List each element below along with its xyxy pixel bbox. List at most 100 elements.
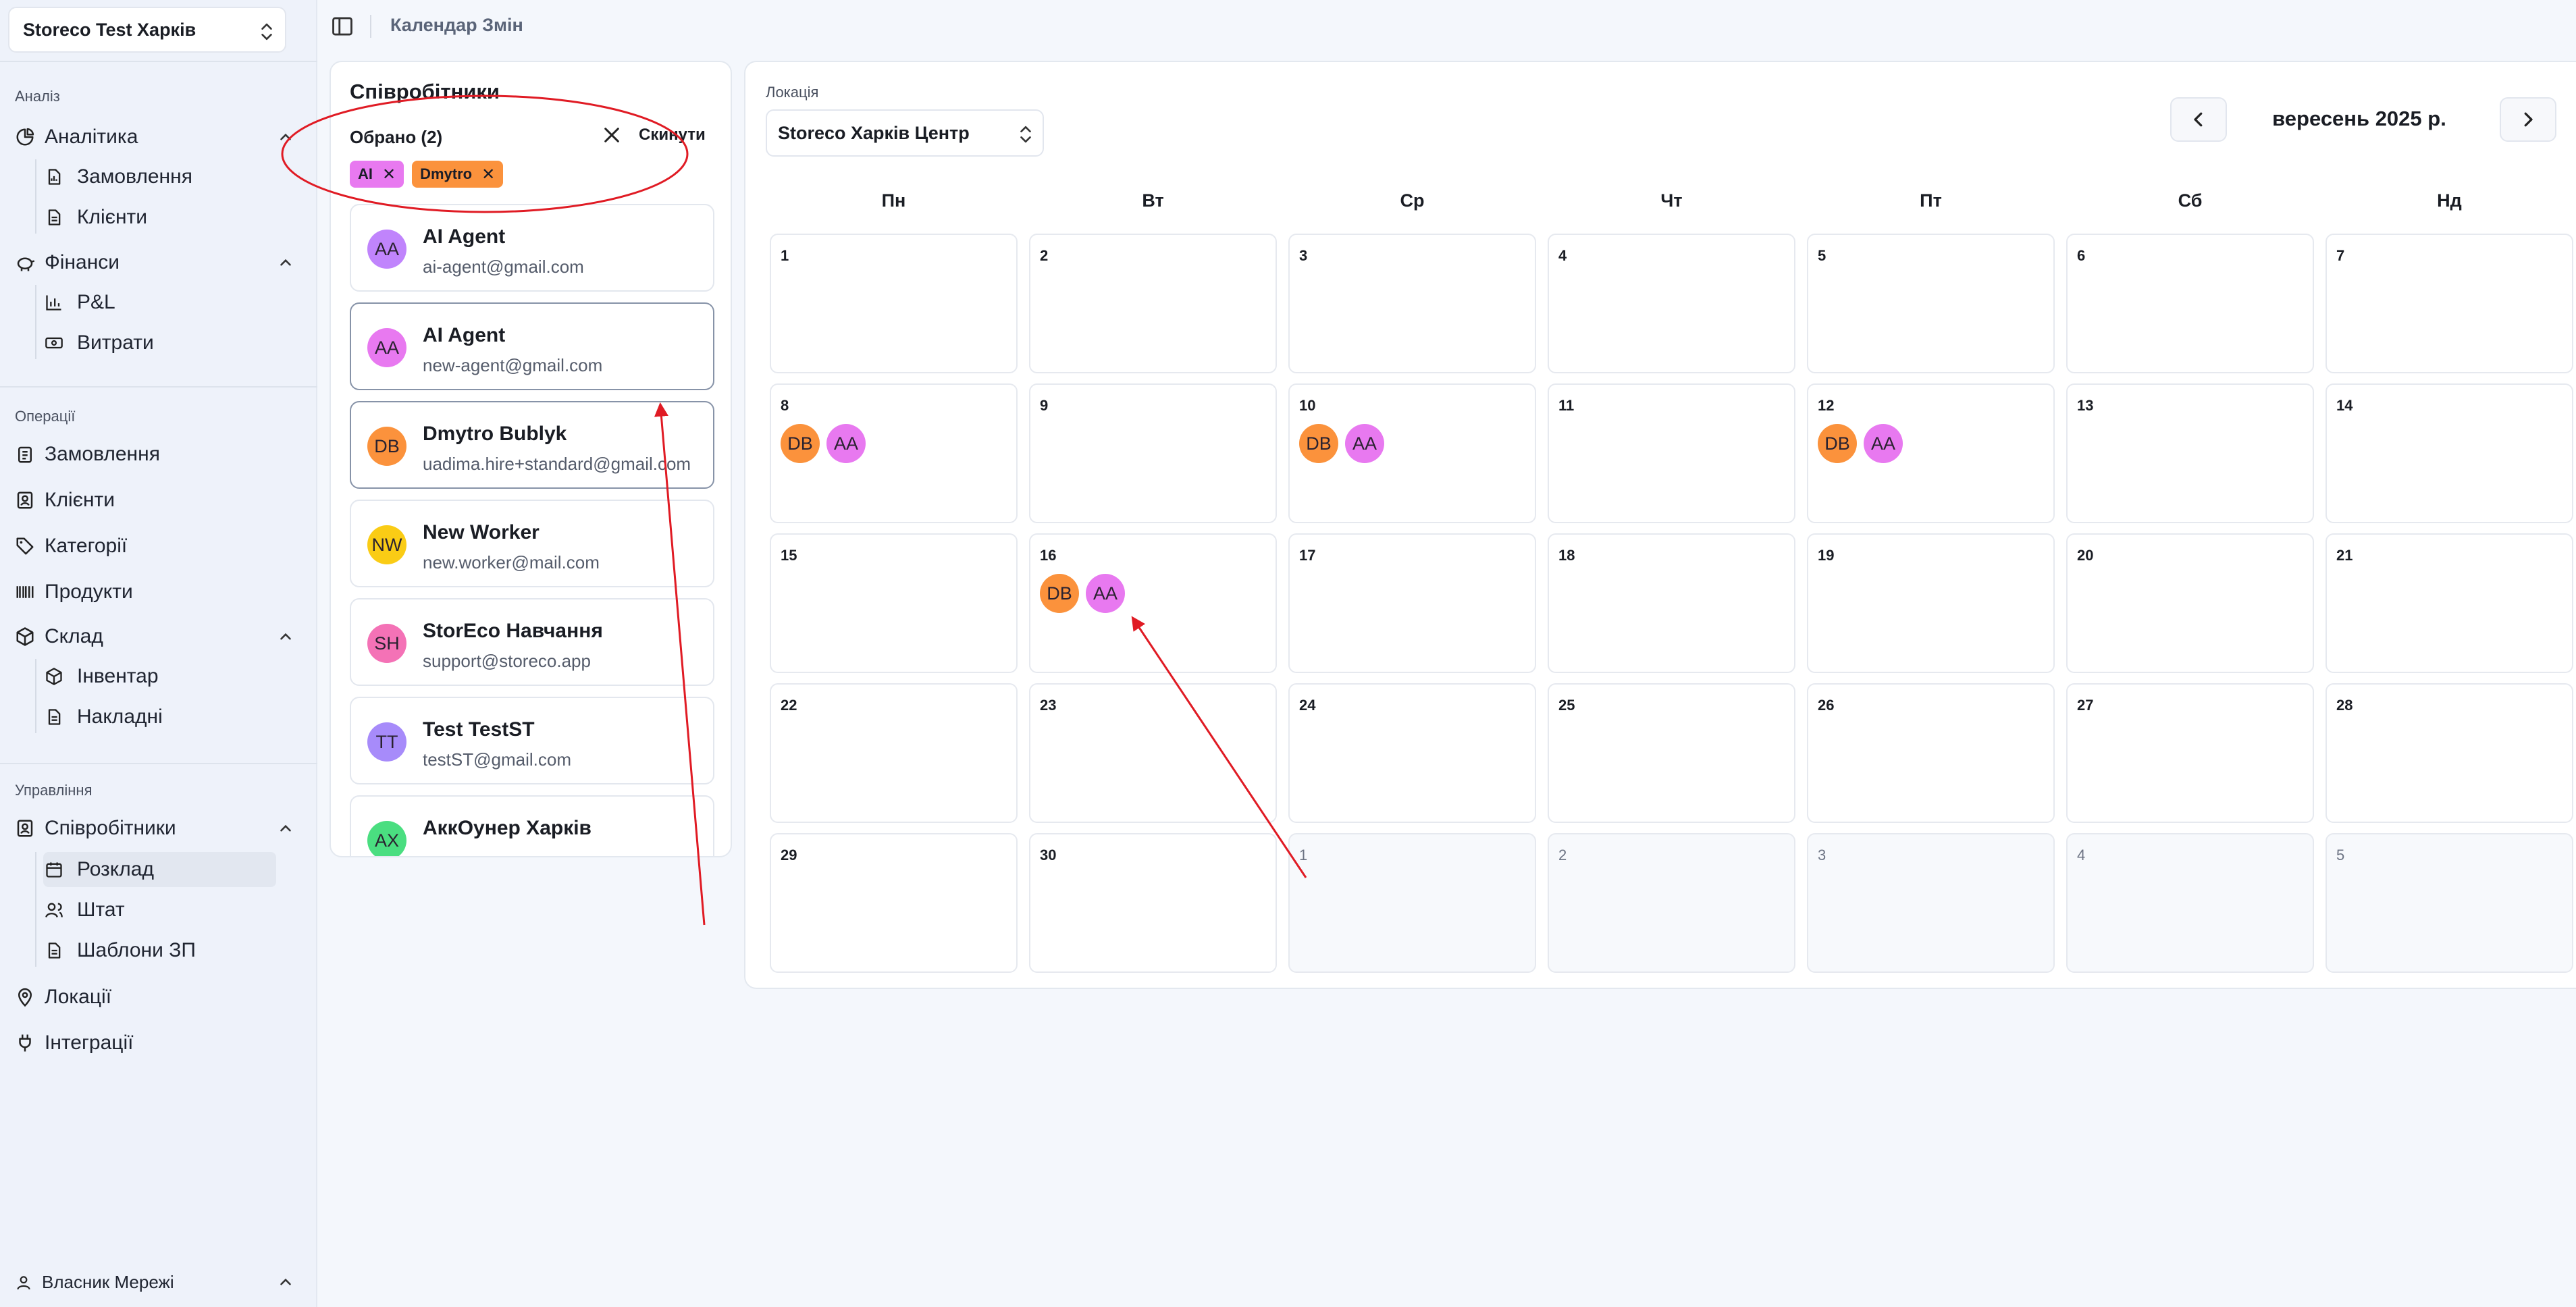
employee-name: Dmytro Bublyk	[423, 423, 567, 445]
employee-card[interactable]: DB Dmytro Bublyk uadima.hire+standard@gmai…	[350, 401, 714, 489]
reset-label: Скинути	[639, 126, 706, 144]
map-pin-icon	[18, 988, 32, 1007]
sidebar-item-warehouse[interactable]: Склад	[15, 625, 103, 648]
calendar-day-cell[interactable]: 20	[2066, 533, 2314, 673]
calendar-day-cell[interactable]: 25	[1548, 683, 1795, 823]
sidebar-item-orders[interactable]: Замовлення	[15, 443, 160, 466]
calendar-day-cell[interactable]: 1	[770, 234, 1018, 373]
calendar-day-cell[interactable]: 27	[2066, 683, 2314, 823]
calendar-day-cell[interactable]: 7	[2325, 234, 2573, 373]
prev-month-button[interactable]	[2170, 97, 2227, 142]
sidebar-item-categories[interactable]: Категорії	[15, 535, 127, 558]
calendar-day-cell[interactable]: 11	[1548, 383, 1795, 523]
calendar-day-cell[interactable]: 2	[1029, 234, 1277, 373]
shift-avatar[interactable]: AA	[1345, 424, 1384, 463]
sidebar-item-products[interactable]: Продукти	[15, 581, 133, 604]
calendar-day-cell[interactable]: 17	[1288, 533, 1536, 673]
selected-chip[interactable]: AI ✕	[350, 161, 404, 188]
calendar-day-cell[interactable]: 9	[1029, 383, 1277, 523]
sidebar-item-label: Категорії	[45, 535, 128, 557]
close-icon	[604, 128, 619, 142]
sidebar-subitem-pnl[interactable]: P&L	[43, 285, 276, 320]
calendar-panel: Локація Storeco Харків Центр вересень 20…	[744, 61, 2576, 989]
reset-selection-button[interactable]: Скинути	[601, 124, 706, 146]
avatar: NW	[367, 525, 406, 564]
user-menu[interactable]: Власник Мережі	[15, 1272, 174, 1293]
calendar-day-cell[interactable]: 16 DB AA	[1029, 533, 1277, 673]
calendar-day-cell[interactable]: 29	[770, 833, 1018, 973]
calendar-day-cell[interactable]: 22	[770, 683, 1018, 823]
shift-avatar[interactable]: AA	[826, 424, 866, 463]
employee-card[interactable]: NW New Worker new.worker@mail.com	[350, 500, 714, 587]
calendar-day-cell[interactable]: 12 DB AA	[1807, 383, 2055, 523]
sidebar-subitem-inventory[interactable]: Інвентар	[43, 659, 276, 694]
calendar-day-cell[interactable]: 15	[770, 533, 1018, 673]
sidebar-item-integrations[interactable]: Інтеграції	[15, 1032, 133, 1055]
calendar-day-cell[interactable]: 5	[1807, 234, 2055, 373]
calendar-day-cell[interactable]: 26	[1807, 683, 2055, 823]
calendar-day-cell[interactable]: 30	[1029, 833, 1277, 973]
employee-email: support@storeco.app	[423, 651, 591, 671]
sidebar-item-locations[interactable]: Локації	[15, 986, 111, 1009]
close-icon[interactable]: ✕	[382, 165, 396, 184]
calendar-day-cell[interactable]: 4	[1548, 234, 1795, 373]
calendar-day-cell[interactable]: 13	[2066, 383, 2314, 523]
calendar-day-cell[interactable]: 1	[1288, 833, 1536, 973]
calendar-day-cell[interactable]: 4	[2066, 833, 2314, 973]
shift-avatar[interactable]: AA	[1864, 424, 1903, 463]
shift-avatar[interactable]: DB	[781, 424, 820, 463]
calendar-day-cell[interactable]: 19	[1807, 533, 2055, 673]
employee-card[interactable]: АХ АккОунер Харків	[350, 795, 714, 856]
sidebar-subitem-orders-analytics[interactable]: Замовлення	[43, 159, 276, 194]
sidebar-item-employees[interactable]: Співробітники	[15, 817, 176, 840]
calendar-day-cell[interactable]: 10 DB AA	[1288, 383, 1536, 523]
calendar-day-cell[interactable]: 21	[2325, 533, 2573, 673]
employee-card[interactable]: SH StorEco Навчання support@storeco.app	[350, 598, 714, 686]
shift-avatar[interactable]: DB	[1299, 424, 1338, 463]
sidebar-item-label: Співробітники	[45, 817, 176, 839]
shift-avatar[interactable]: AA	[1086, 574, 1125, 613]
shift-avatar[interactable]: DB	[1040, 574, 1079, 613]
employee-name: Test TestST	[423, 718, 535, 741]
calendar-day-cell[interactable]: 24	[1288, 683, 1536, 823]
calendar-day-cell[interactable]: 3	[1807, 833, 2055, 973]
employee-card[interactable]: TT Test TestST testST@gmail.com	[350, 697, 714, 784]
selected-chip[interactable]: Dmytro ✕	[412, 161, 504, 188]
sidebar-subitem-invoices[interactable]: Накладні	[43, 699, 276, 735]
employee-card[interactable]: AA AI Agent new-agent@gmail.com	[350, 302, 714, 390]
calendar-day-cell[interactable]: 23	[1029, 683, 1277, 823]
shift-avatar[interactable]: DB	[1818, 424, 1857, 463]
chevron-up-icon[interactable]	[277, 1273, 294, 1291]
chevron-up-icon[interactable]	[277, 820, 294, 837]
chevron-up-icon[interactable]	[277, 128, 294, 146]
sidebar-subitem-schedule[interactable]: Розклад	[43, 852, 276, 887]
sidebar-item-clients[interactable]: Клієнти	[15, 489, 115, 512]
calendar-day-cell[interactable]: 28	[2325, 683, 2573, 823]
store-selector[interactable]: Storeco Test Харків	[8, 7, 286, 53]
next-month-button[interactable]	[2500, 97, 2556, 142]
sidebar-item-finance[interactable]: Фінанси	[15, 251, 120, 274]
calendar-day-cell[interactable]: 6	[2066, 234, 2314, 373]
sidebar-toggle-icon[interactable]	[331, 15, 354, 38]
chevron-up-icon[interactable]	[277, 628, 294, 645]
calendar-day-cell[interactable]: 14	[2325, 383, 2573, 523]
tag-icon	[16, 537, 34, 555]
employee-card[interactable]: AA AI Agent ai-agent@gmail.com	[350, 204, 714, 292]
calendar-day-cell[interactable]: 8 DB AA	[770, 383, 1018, 523]
section-label-management: Управління	[15, 782, 93, 799]
calendar-day-cell[interactable]: 18	[1548, 533, 1795, 673]
sidebar-subitem-staff[interactable]: Штат	[43, 892, 276, 928]
calendar-day-cell[interactable]: 3	[1288, 234, 1536, 373]
sidebar-subitem-label: Інвентар	[77, 665, 159, 687]
page-title: Календар Змін	[390, 15, 523, 35]
close-icon[interactable]: ✕	[481, 165, 495, 184]
sidebar-subitem-clients-analytics[interactable]: Клієнти	[43, 200, 276, 235]
calendar-day-cell[interactable]: 2	[1548, 833, 1795, 973]
calendar-day-cell[interactable]: 5	[2325, 833, 2573, 973]
sidebar-item-analytics[interactable]: Аналітика	[15, 126, 138, 149]
sidebar-subitem-expenses[interactable]: Витрати	[43, 325, 276, 361]
chevron-up-icon[interactable]	[277, 254, 294, 271]
sidebar-subitem-salary-templates[interactable]: Шаблони ЗП	[43, 933, 276, 968]
avatar: АХ	[367, 821, 406, 856]
location-selector[interactable]: Storeco Харків Центр	[766, 109, 1044, 157]
